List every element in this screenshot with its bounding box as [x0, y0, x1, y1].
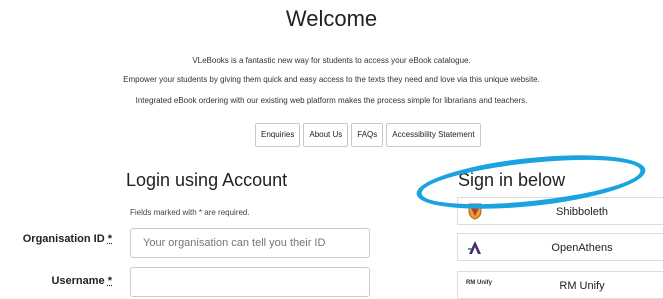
nav-bar: Enquiries About Us FAQs Accessibility St… [255, 123, 481, 147]
intro-line-2: Empower your students by giving them qui… [123, 75, 540, 84]
organisation-id-label: Organisation ID * [0, 233, 112, 245]
required-fields-note: Fields marked with * are required. [130, 208, 250, 217]
intro-line-1: VLeBooks is a fantastic new way for stud… [192, 56, 471, 65]
organisation-id-label-text: Organisation ID [22, 233, 105, 245]
shibboleth-label: Shibboleth [556, 206, 608, 218]
rm-unify-button[interactable]: RM Unify RM Unify [457, 271, 663, 299]
rm-unify-label: RM Unify [559, 280, 605, 292]
login-heading: Login using Account [126, 170, 288, 190]
faqs-button[interactable]: FAQs [351, 123, 384, 147]
page-title: Welcome [285, 6, 378, 31]
username-label-text: Username [51, 275, 105, 287]
enquiries-button[interactable]: Enquiries [255, 123, 301, 147]
openathens-label: OpenAthens [551, 242, 613, 254]
username-input[interactable] [130, 267, 370, 297]
required-marker: * [107, 275, 112, 287]
required-marker: * [107, 233, 112, 245]
accessibility-statement-button[interactable]: Accessibility Statement [386, 123, 481, 147]
openathens-button[interactable]: OpenAthens [457, 233, 663, 261]
intro-line-3: Integrated eBook ordering with our exist… [135, 96, 528, 105]
about-us-button[interactable]: About Us [303, 123, 349, 147]
organisation-id-input[interactable] [130, 228, 370, 258]
openathens-icon [468, 241, 481, 254]
username-label: Username * [0, 275, 112, 287]
